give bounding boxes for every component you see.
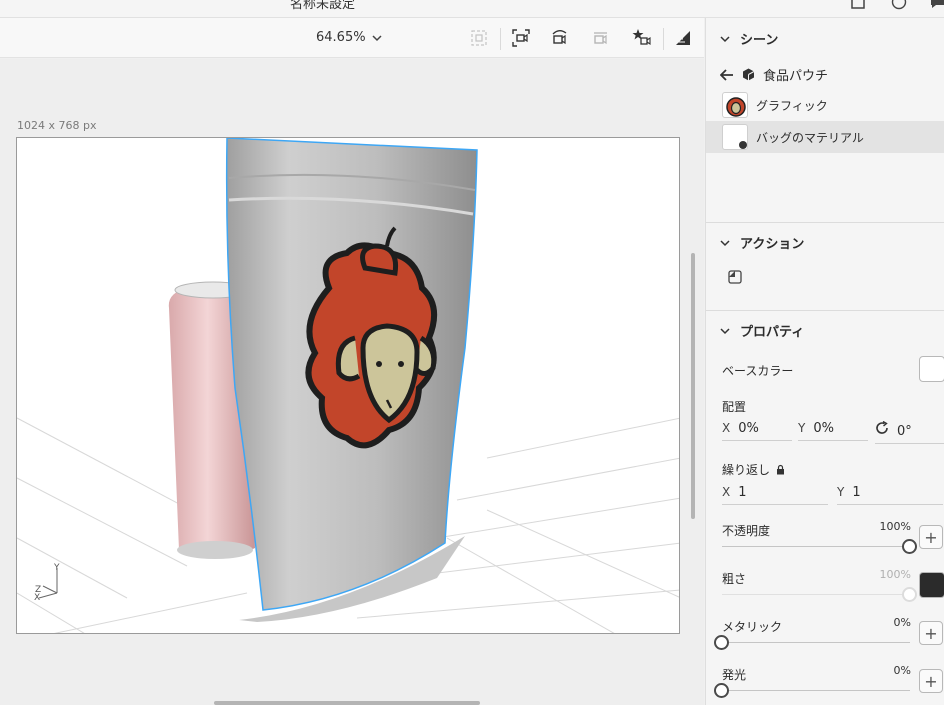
layer-item-bag-material[interactable]: バッグのマテリアル bbox=[706, 121, 944, 153]
scene-render: Y Z X bbox=[17, 138, 679, 633]
actions-title: アクション bbox=[740, 237, 805, 252]
canvas-area: 1024 x 768 px Y Z X bbox=[0, 59, 704, 705]
emission-slider[interactable] bbox=[722, 690, 910, 691]
y-axis-label: Y bbox=[837, 485, 845, 499]
scene-title: シーン bbox=[740, 33, 779, 48]
emission-add-button[interactable]: + bbox=[919, 669, 943, 693]
rotation-value: 0° bbox=[897, 424, 912, 439]
repeat-heading: 繰り返し bbox=[722, 461, 785, 478]
metallic-value: 0% bbox=[893, 616, 911, 629]
opacity-value: 100% bbox=[879, 520, 911, 533]
orbit-camera-icon[interactable] bbox=[550, 28, 570, 48]
zoom-value: 64.65% bbox=[316, 30, 366, 45]
opacity-label: 不透明度 bbox=[722, 524, 771, 538]
comment-icon[interactable] bbox=[930, 0, 944, 8]
layer-label: バッグのマテリアル bbox=[756, 130, 864, 145]
roughness-color-swatch[interactable] bbox=[919, 572, 944, 598]
rotate-icon bbox=[876, 421, 888, 434]
pan-camera-icon[interactable] bbox=[591, 28, 611, 48]
repeat-y-field[interactable]: Y 1 bbox=[837, 485, 943, 505]
section-divider bbox=[706, 310, 944, 311]
properties-title: プロパティ bbox=[740, 325, 805, 340]
3d-viewport[interactable]: Y Z X bbox=[16, 137, 680, 634]
zoom-dropdown[interactable]: 64.65% bbox=[316, 30, 382, 45]
roughness-value: 100% bbox=[879, 568, 911, 581]
material-thumbnail bbox=[722, 124, 748, 150]
placement-x-field[interactable]: X 0% bbox=[722, 421, 792, 441]
x-axis-label: X bbox=[722, 485, 731, 499]
metallic-slider[interactable] bbox=[722, 642, 910, 643]
chevron-down-icon bbox=[720, 239, 730, 246]
section-divider bbox=[706, 222, 944, 223]
x-axis-label: X bbox=[722, 421, 731, 435]
repeat-y-value: 1 bbox=[852, 485, 861, 500]
emission-slider-knob[interactable] bbox=[714, 683, 729, 698]
document-title: 名称未設定 bbox=[290, 0, 356, 12]
chevron-down-icon bbox=[720, 35, 730, 42]
opacity-slider-knob[interactable] bbox=[902, 539, 917, 554]
repeat-x-value: 1 bbox=[738, 485, 747, 500]
emission-value: 0% bbox=[893, 664, 911, 677]
window-icon[interactable] bbox=[851, 0, 865, 9]
layer-label: グラフィック bbox=[756, 98, 828, 113]
placement-y-field[interactable]: Y 0% bbox=[798, 421, 868, 441]
y-axis-label: Y bbox=[798, 421, 806, 435]
back-arrow-icon[interactable] bbox=[720, 68, 734, 81]
toolbar-divider bbox=[663, 28, 664, 50]
scene-breadcrumb: 食品パウチ bbox=[720, 65, 828, 84]
opacity-add-button[interactable]: + bbox=[919, 525, 943, 549]
layer-item-graphic[interactable]: グラフィック bbox=[706, 89, 944, 121]
canvas-size-label: 1024 x 768 px bbox=[17, 119, 97, 132]
food-pouch bbox=[225, 138, 478, 611]
scene-section-header[interactable]: シーン bbox=[720, 29, 778, 48]
chevron-down-icon bbox=[720, 327, 730, 334]
rotation-field[interactable]: 0° bbox=[875, 421, 944, 444]
properties-panel: シーン 食品パウチ グラフィック バッグのマテリアル アクション プロパティ ベ… bbox=[705, 18, 944, 705]
emission-label: 発光 bbox=[722, 668, 747, 682]
axis-x-label: X bbox=[34, 593, 40, 603]
info-icon[interactable] bbox=[891, 0, 907, 10]
vertical-scrollbar[interactable] bbox=[691, 253, 695, 519]
opacity-slider[interactable] bbox=[722, 546, 910, 547]
chevron-down-icon bbox=[372, 34, 382, 41]
cube-icon bbox=[743, 68, 755, 81]
metallic-add-button[interactable]: + bbox=[919, 621, 943, 645]
roughness-slider-knob[interactable] bbox=[902, 587, 917, 602]
graphic-thumbnail bbox=[722, 92, 748, 118]
select-frame-icon[interactable] bbox=[469, 28, 489, 48]
roughness-label: 粗さ bbox=[722, 572, 747, 586]
toolbar-divider bbox=[500, 28, 501, 50]
title-bar: 名称未設定 bbox=[0, 0, 944, 18]
bookmark-camera-icon[interactable] bbox=[631, 28, 651, 48]
action-icon[interactable] bbox=[728, 269, 742, 288]
placement-label: 配置 bbox=[722, 400, 747, 414]
base-color-swatch[interactable] bbox=[919, 356, 944, 382]
properties-section-header[interactable]: プロパティ bbox=[720, 321, 804, 340]
metallic-label: メタリック bbox=[722, 620, 783, 634]
horizontal-scrollbar[interactable] bbox=[214, 701, 480, 705]
render-icon[interactable] bbox=[673, 28, 693, 48]
placement-x-value: 0% bbox=[738, 421, 759, 436]
metallic-slider-knob[interactable] bbox=[714, 635, 729, 650]
model-name: 食品パウチ bbox=[763, 69, 829, 84]
actions-section-header[interactable]: アクション bbox=[720, 233, 804, 252]
axis-y-label: Y bbox=[53, 563, 60, 573]
camera-frame-icon[interactable] bbox=[511, 28, 531, 48]
repeat-x-field[interactable]: X 1 bbox=[722, 485, 828, 505]
repeat-label: 繰り返し bbox=[722, 463, 771, 477]
base-color-label: ベースカラー bbox=[722, 364, 794, 378]
lock-icon[interactable] bbox=[776, 464, 785, 475]
roughness-slider[interactable] bbox=[722, 594, 910, 595]
placement-y-value: 0% bbox=[813, 421, 834, 436]
canvas-toolbar: 64.65% bbox=[0, 18, 704, 58]
